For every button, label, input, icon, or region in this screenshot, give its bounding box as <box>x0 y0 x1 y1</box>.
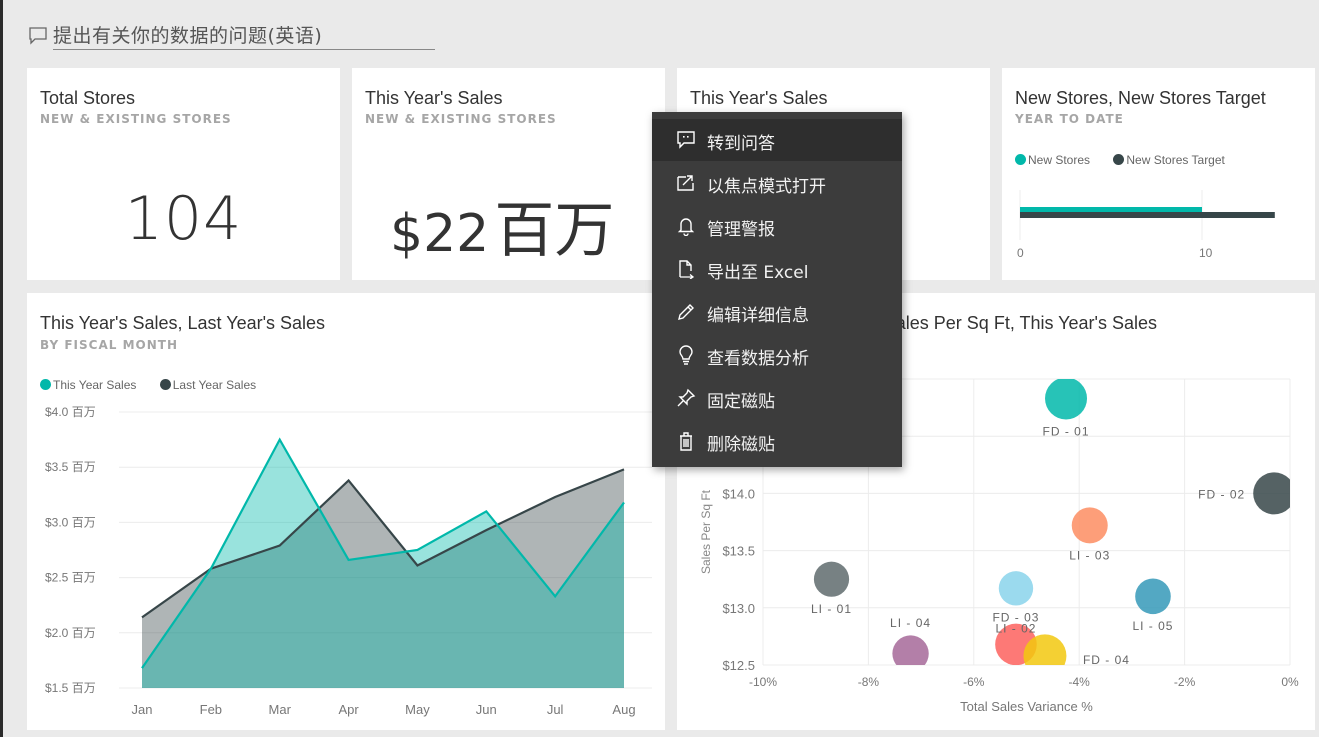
bubble-fd-02[interactable] <box>1253 472 1295 515</box>
menu-item-label: 管理警报 <box>707 220 775 240</box>
menu-item-delete-tile[interactable]: 删除磁贴 <box>652 420 902 462</box>
tile-this-year-sales-card[interactable]: This Year's Sales NEW & EXISTING STORES … <box>352 68 665 280</box>
y-tick-label: $3.0 百万 <box>45 515 96 529</box>
kpi-value: 104 <box>124 184 243 254</box>
x-tick-label: Mar <box>269 702 292 717</box>
menu-item-label: 以焦点模式打开 <box>707 177 826 197</box>
left-edge-strip <box>0 0 3 737</box>
bubble-label: LI - 03 <box>1069 548 1110 562</box>
y-axis-title: Sales Per Sq Ft <box>699 489 713 574</box>
lightbulb-icon <box>679 345 693 365</box>
bubble-label: LI - 04 <box>890 616 931 630</box>
y-tick-label: $4.0 百万 <box>45 405 96 419</box>
tile-title: This Year's Sales <box>365 88 503 108</box>
y-tick-label: $13.0 <box>722 601 755 616</box>
x-tick-label: -2% <box>1174 675 1196 689</box>
x-tick-label: Apr <box>338 702 359 717</box>
new-stores-bar-chart: 0 10 <box>1017 190 1275 260</box>
kpi-unit: 百万 <box>494 196 615 266</box>
bubble-li-01[interactable] <box>813 561 850 597</box>
bubble-fd-03[interactable] <box>998 571 1034 606</box>
x-tick-label: May <box>405 702 430 717</box>
x-tick-label: 0% <box>1281 675 1299 689</box>
bubble-label: LI - 01 <box>811 602 852 616</box>
bubble-label: LI - 05 <box>1132 619 1173 633</box>
x-tick-label: Aug <box>612 702 635 717</box>
menu-item-label: 删除磁贴 <box>707 435 775 455</box>
x-tick-label: -8% <box>858 675 880 689</box>
bubble-fd-01[interactable] <box>1045 377 1088 420</box>
y-tick-label: $3.5 百万 <box>45 460 96 474</box>
y-tick-label: $1.5 百万 <box>45 681 96 695</box>
y-tick-label: $2.5 百万 <box>45 571 96 585</box>
sales-area-chart: $1.5 百万 $2.0 百万 $2.5 百万 $3.0 百万 $3.5 百万 $4.0 … <box>45 405 652 717</box>
kpi-number: $22 <box>390 204 490 264</box>
bubble-label: FD - 01 <box>1043 424 1090 438</box>
trash-icon <box>680 432 692 451</box>
x-tick-label: Jun <box>476 702 497 717</box>
menu-item-open-focus-mode[interactable]: 以焦点模式打开 <box>652 162 902 204</box>
x-tick-label: Jan <box>132 702 153 717</box>
menu-item-label: 转到问答 <box>707 134 775 154</box>
bubble-li-05[interactable] <box>1135 578 1171 615</box>
tile-total-stores[interactable]: Total Stores NEW & EXISTING STORES 104 <box>27 68 340 280</box>
export-file-icon <box>679 260 695 279</box>
qa-chat-icon <box>677 131 695 149</box>
menu-item-go-to-qa[interactable]: 转到问答 <box>652 119 902 161</box>
bubble-fd-04[interactable] <box>1023 634 1067 677</box>
x-tick-label: Jul <box>547 702 564 717</box>
bubble-label: FD - 02 <box>1198 487 1245 501</box>
tile-subtitle: NEW & EXISTING STORES <box>365 112 557 126</box>
menu-item-export-excel[interactable]: 导出至 Excel <box>652 248 902 290</box>
menu-item-label: 固定磁贴 <box>707 392 775 412</box>
menu-item-label: 查看数据分析 <box>707 349 809 369</box>
speech-bubble-icon <box>29 27 47 45</box>
tile-title: This Year's Sales <box>690 88 828 108</box>
x-tick-label: 0 <box>1017 246 1024 260</box>
x-tick-label: 10 <box>1199 246 1213 260</box>
menu-item-pin-tile[interactable]: 固定磁贴 <box>652 377 902 419</box>
bubble-label: FD - 04 <box>1083 653 1130 667</box>
qa-input-underline <box>53 49 435 50</box>
tile-title: Total Stores <box>40 88 136 108</box>
menu-item-edit-details[interactable]: 编辑详细信息 <box>652 291 902 333</box>
bar-new-stores-target <box>1020 212 1275 218</box>
x-tick-label: -4% <box>1069 675 1091 689</box>
focus-mode-icon <box>677 175 694 191</box>
y-tick-label: $14.0 <box>722 486 755 501</box>
qa-input-placeholder[interactable]: 提出有关你的数据的问题(英语) <box>53 21 322 48</box>
pencil-icon <box>678 304 694 320</box>
y-tick-label: $12.5 <box>722 658 755 673</box>
kpi-value: $22 百万 <box>390 182 665 269</box>
menu-item-label: 导出至 Excel <box>707 263 809 283</box>
tile-new-stores[interactable]: New Stores, New Stores Target YEAR TO DA… <box>1002 68 1315 280</box>
bubble-label: LI - 02 <box>995 621 1036 635</box>
tile-sales-by-month[interactable]: This Year's Sales, Last Year's Sales BY … <box>27 293 665 730</box>
y-tick-label: $2.0 百万 <box>45 626 96 640</box>
x-tick-label: -6% <box>963 675 985 689</box>
menu-item-manage-alerts[interactable]: 管理警报 <box>652 205 902 247</box>
bell-icon <box>677 218 695 236</box>
x-tick-label: -10% <box>749 675 777 689</box>
menu-item-view-insights[interactable]: 查看数据分析 <box>652 334 902 376</box>
tile-context-menu: 转到问答 以焦点模式打开 管理警报 导出至 Excel 编辑详细信息 查看数据分… <box>652 112 902 467</box>
bubble-li-04[interactable] <box>892 635 929 671</box>
pin-icon <box>677 388 696 407</box>
y-tick-label: $13.5 <box>722 544 755 559</box>
bubble-li-03[interactable] <box>1071 507 1108 544</box>
tile-subtitle: NEW & EXISTING STORES <box>40 112 232 126</box>
menu-item-label: 编辑详细信息 <box>707 306 809 326</box>
x-axis-title: Total Sales Variance % <box>960 699 1093 714</box>
x-tick-label: Feb <box>200 702 222 717</box>
